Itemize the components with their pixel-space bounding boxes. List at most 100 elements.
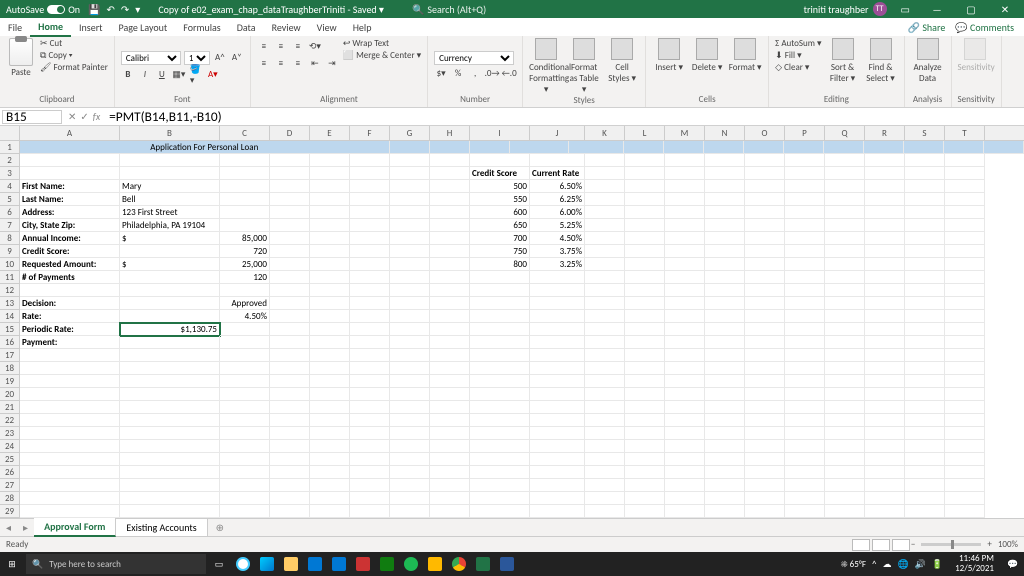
cell[interactable] xyxy=(270,245,310,258)
cell[interactable] xyxy=(310,427,350,440)
cell[interactable] xyxy=(585,505,625,518)
account-button[interactable]: triniti traughber TT xyxy=(804,2,887,16)
cell[interactable] xyxy=(390,505,430,518)
cell[interactable] xyxy=(865,193,905,206)
cell[interactable] xyxy=(350,427,390,440)
cell[interactable] xyxy=(905,206,945,219)
cell[interactable] xyxy=(430,323,470,336)
cell[interactable]: Mary xyxy=(120,180,220,193)
cell[interactable] xyxy=(350,323,390,336)
select-all-corner[interactable] xyxy=(0,126,20,140)
cell[interactable] xyxy=(705,323,745,336)
cell[interactable] xyxy=(220,414,270,427)
cell[interactable] xyxy=(430,505,470,518)
tab-formulas[interactable]: Formulas xyxy=(175,19,228,36)
cell[interactable] xyxy=(705,193,745,206)
edge-icon[interactable] xyxy=(256,553,278,575)
cell[interactable] xyxy=(705,453,745,466)
cell[interactable] xyxy=(270,271,310,284)
cell[interactable] xyxy=(825,297,865,310)
cell[interactable] xyxy=(350,193,390,206)
cell[interactable] xyxy=(120,375,220,388)
cut-button[interactable]: ✂ Cut xyxy=(40,38,108,49)
cell[interactable] xyxy=(864,141,904,154)
cell[interactable] xyxy=(945,258,985,271)
increase-indent-icon[interactable]: ⇥ xyxy=(325,56,339,70)
cell[interactable] xyxy=(905,167,945,180)
cell[interactable] xyxy=(585,310,625,323)
cell[interactable] xyxy=(430,232,470,245)
onedrive-icon[interactable]: ☁ xyxy=(882,559,891,570)
cell[interactable] xyxy=(785,297,825,310)
cell[interactable] xyxy=(705,284,745,297)
cell[interactable] xyxy=(270,154,310,167)
cell[interactable] xyxy=(350,297,390,310)
taskbar-search[interactable]: 🔍 Type here to search xyxy=(26,554,206,574)
cell[interactable]: Requested Amount: xyxy=(20,258,120,271)
cell[interactable] xyxy=(905,271,945,284)
cell[interactable] xyxy=(785,245,825,258)
cell[interactable] xyxy=(905,349,945,362)
cell[interactable] xyxy=(865,453,905,466)
cell[interactable] xyxy=(745,245,785,258)
cell[interactable]: 550 xyxy=(470,193,530,206)
cell[interactable] xyxy=(470,401,530,414)
cell[interactable] xyxy=(625,440,665,453)
cell[interactable] xyxy=(865,492,905,505)
zoom-out-button[interactable]: − xyxy=(911,539,915,550)
cell[interactable] xyxy=(945,193,985,206)
cell[interactable] xyxy=(705,479,745,492)
cell[interactable]: 750 xyxy=(470,245,530,258)
cell[interactable] xyxy=(825,453,865,466)
delete-cells-button[interactable]: Delete ▾ xyxy=(690,38,724,73)
cell[interactable]: Annual Income: xyxy=(20,232,120,245)
cell[interactable] xyxy=(430,375,470,388)
row-header[interactable]: 20 xyxy=(0,388,20,401)
cell[interactable] xyxy=(705,297,745,310)
cell[interactable] xyxy=(350,167,390,180)
cell[interactable] xyxy=(945,453,985,466)
cell[interactable] xyxy=(390,245,430,258)
cell[interactable] xyxy=(530,492,585,505)
cell[interactable] xyxy=(625,349,665,362)
cell[interactable] xyxy=(825,310,865,323)
cell[interactable] xyxy=(785,479,825,492)
cell[interactable] xyxy=(470,388,530,401)
cell[interactable]: Address: xyxy=(20,206,120,219)
cell[interactable] xyxy=(745,284,785,297)
cell[interactable] xyxy=(350,492,390,505)
cell[interactable] xyxy=(350,388,390,401)
cell[interactable] xyxy=(625,297,665,310)
cell[interactable] xyxy=(530,284,585,297)
cell[interactable] xyxy=(825,375,865,388)
cell[interactable] xyxy=(350,414,390,427)
cell[interactable] xyxy=(745,206,785,219)
row-header[interactable]: 18 xyxy=(0,362,20,375)
cell[interactable] xyxy=(430,466,470,479)
cell[interactable] xyxy=(745,336,785,349)
cell[interactable] xyxy=(865,245,905,258)
cell[interactable] xyxy=(905,440,945,453)
cell[interactable] xyxy=(665,401,705,414)
cell[interactable] xyxy=(120,492,220,505)
cell[interactable] xyxy=(270,219,310,232)
cell[interactable] xyxy=(665,284,705,297)
cell[interactable] xyxy=(865,154,905,167)
cell[interactable] xyxy=(430,310,470,323)
font-size-select[interactable]: 11 xyxy=(184,51,210,65)
cell[interactable] xyxy=(744,141,784,154)
cell[interactable] xyxy=(220,206,270,219)
row-header[interactable]: 28 xyxy=(0,492,20,505)
cancel-formula-icon[interactable]: ✕ xyxy=(68,110,76,123)
cell[interactable] xyxy=(745,193,785,206)
cell[interactable] xyxy=(745,388,785,401)
col-header[interactable]: R xyxy=(865,126,905,140)
cell[interactable] xyxy=(585,167,625,180)
cell[interactable] xyxy=(625,362,665,375)
cell[interactable] xyxy=(625,245,665,258)
cell[interactable] xyxy=(350,453,390,466)
cell[interactable] xyxy=(905,258,945,271)
cell[interactable] xyxy=(470,141,510,154)
cell[interactable] xyxy=(310,492,350,505)
cell[interactable]: Bell xyxy=(120,193,220,206)
